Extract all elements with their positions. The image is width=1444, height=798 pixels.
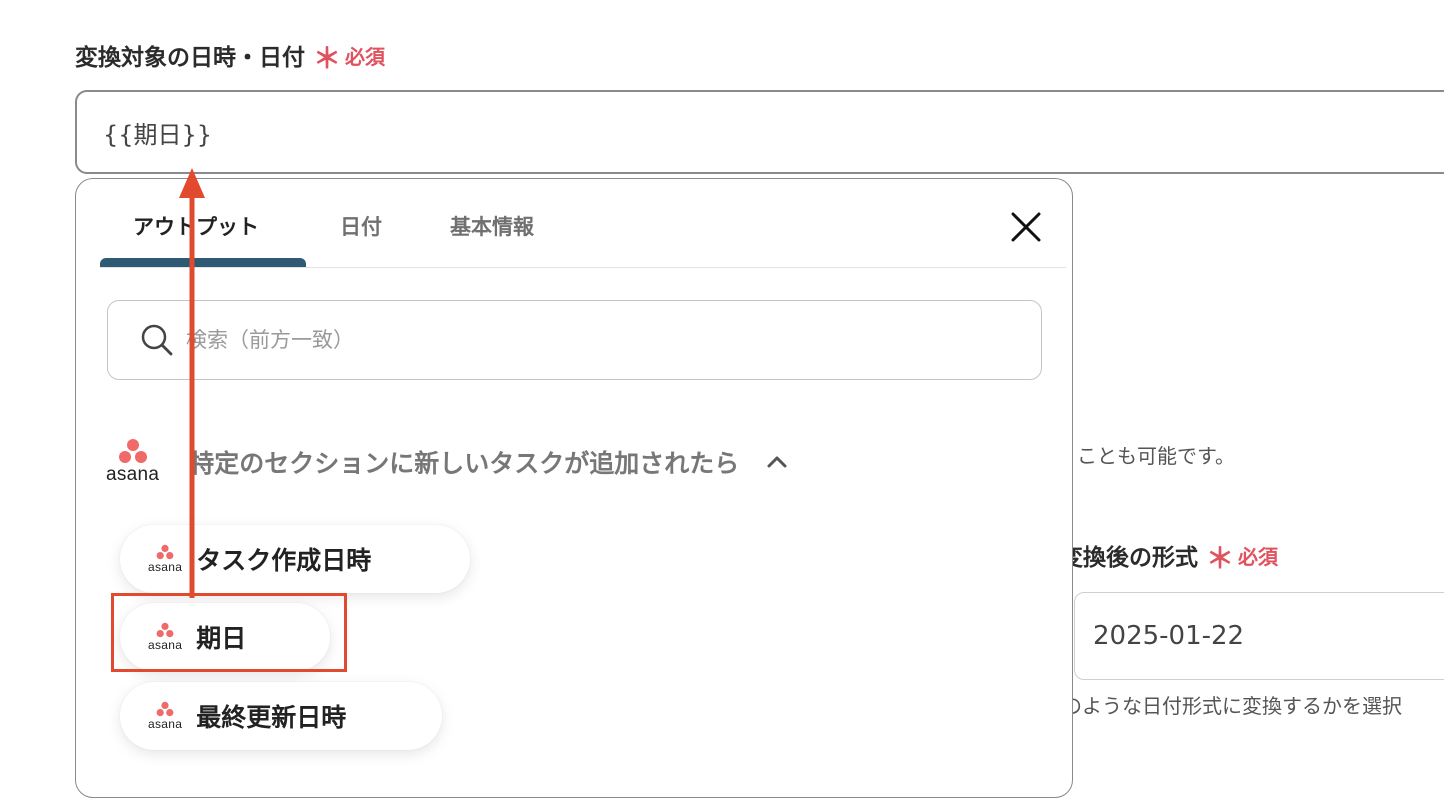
format-hint-text: のような日付形式に変換するかを選択 bbox=[1062, 694, 1402, 718]
background-hint-text: ことも可能です。 bbox=[1077, 444, 1235, 468]
output-item-label: タスク作成日時 bbox=[196, 546, 372, 575]
search-icon bbox=[141, 324, 173, 356]
output-item-last-updated[interactable]: asana 最終更新日時 bbox=[120, 682, 442, 750]
format-label: 変換後の形式 ＊ 必須 bbox=[1060, 538, 1279, 575]
field-label: 変換対象の日時・日付 ＊ 必須 bbox=[75, 38, 386, 75]
format-required-star: ＊ bbox=[1206, 542, 1235, 575]
datetime-input-value: {{期日}} bbox=[103, 120, 213, 149]
asana-logo: asana bbox=[148, 701, 182, 731]
annotation-highlight-box bbox=[111, 593, 347, 672]
asana-logo-text: asana bbox=[106, 464, 160, 485]
section-title: 特定のセクションに新しいタスクが追加されたら bbox=[189, 449, 740, 478]
datetime-input[interactable]: {{期日}} bbox=[75, 90, 1444, 174]
panel-tabs: アウトプット 日付 基本情報 bbox=[100, 179, 1066, 268]
chevron-up-icon[interactable] bbox=[765, 450, 789, 474]
format-label-text: 変換後の形式 bbox=[1060, 545, 1198, 571]
output-picker-panel: アウトプット 日付 基本情報 asana 特定のセクションに新しいタスクが追加さ… bbox=[75, 178, 1073, 798]
tab-date[interactable]: 日付 bbox=[340, 211, 382, 241]
required-star: ＊ bbox=[313, 42, 342, 75]
format-input[interactable]: 2025-01-22 bbox=[1074, 592, 1444, 680]
asana-dots-icon bbox=[156, 701, 174, 717]
tab-basic-info[interactable]: 基本情報 bbox=[450, 211, 534, 241]
annotation-arrow-icon bbox=[179, 168, 205, 598]
format-required-text: 必須 bbox=[1238, 544, 1279, 569]
asana-logo: asana bbox=[106, 438, 159, 486]
search-box bbox=[107, 300, 1042, 380]
required-text: 必須 bbox=[345, 44, 386, 69]
field-label-text: 変換対象の日時・日付 bbox=[75, 45, 305, 71]
close-icon[interactable] bbox=[1008, 209, 1044, 245]
required-badge: ＊ 必須 bbox=[313, 41, 386, 75]
output-item-label: 最終更新日時 bbox=[196, 703, 347, 732]
format-required-badge: ＊ 必須 bbox=[1206, 541, 1279, 575]
asana-dots-icon bbox=[118, 439, 147, 463]
format-input-value: 2025-01-22 bbox=[1093, 621, 1245, 651]
search-input[interactable] bbox=[184, 327, 988, 353]
asana-logo-text: asana bbox=[148, 717, 183, 731]
